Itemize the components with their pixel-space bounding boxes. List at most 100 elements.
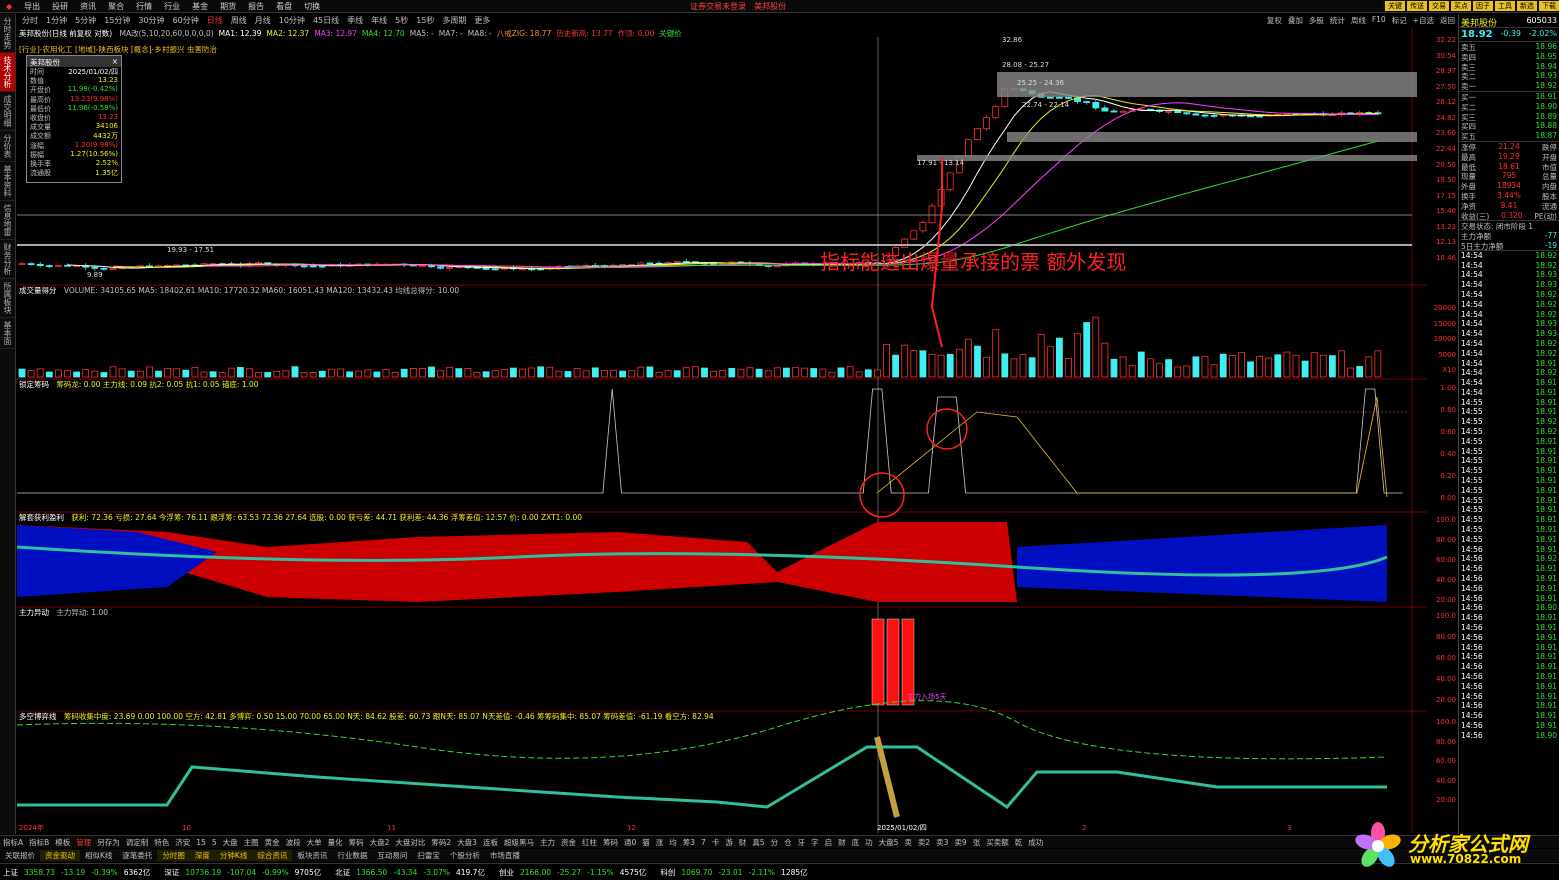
indicator-tab[interactable]: 筹码 bbox=[346, 837, 367, 848]
indicator-tab[interactable]: 仓 bbox=[781, 837, 795, 848]
close-icon[interactable]: × bbox=[112, 57, 118, 66]
feature-tab[interactable]: 市场直播 bbox=[485, 850, 525, 861]
period-tab[interactable]: 60分钟 bbox=[169, 15, 203, 26]
menu-right-button[interactable]: 新选 bbox=[1517, 1, 1537, 11]
indicator-tab[interactable]: 5 bbox=[209, 838, 220, 847]
status-index[interactable]: 科创 1069.70 -23.01 -2.11% 1285亿 bbox=[657, 867, 810, 878]
chart-tool-button[interactable]: +自选 bbox=[1410, 15, 1437, 26]
indicator-tab[interactable]: 红柱 bbox=[579, 837, 600, 848]
indicator-tab[interactable]: 大盘3 bbox=[454, 837, 480, 848]
indicator-tab[interactable]: 财 bbox=[736, 837, 750, 848]
feature-tab[interactable]: 个股分析 bbox=[445, 850, 485, 861]
indicator-tab[interactable]: 大单 bbox=[304, 837, 325, 848]
indicator-tab[interactable]: 主圈 bbox=[241, 837, 262, 848]
indicator-tab[interactable]: 黄金 bbox=[262, 837, 283, 848]
status-index[interactable]: 创业 2166.00 -25.27 -1.15% 4575亿 bbox=[496, 867, 649, 878]
period-tab[interactable]: 45日线 bbox=[309, 15, 343, 26]
sidebar-tab[interactable]: 分时走势 bbox=[0, 14, 15, 53]
period-tab[interactable]: 5秒 bbox=[391, 15, 412, 26]
period-tab[interactable]: 周线 bbox=[227, 15, 251, 26]
sidebar-tab[interactable]: 财务分析 bbox=[0, 240, 15, 279]
indicator-tab[interactable]: 卖9 bbox=[951, 837, 969, 848]
chart-tool-button[interactable]: 复权 bbox=[1264, 15, 1285, 26]
menu-item[interactable]: 期货 bbox=[214, 1, 242, 12]
indicator-tab[interactable]: 指标A bbox=[0, 837, 26, 848]
sidebar-tab[interactable]: 基本资料 bbox=[0, 162, 15, 201]
indicator-tab[interactable]: 量化 bbox=[325, 837, 346, 848]
indicator-tab[interactable]: 指标B bbox=[26, 837, 52, 848]
sidebar-tab[interactable]: 信息地雷 bbox=[0, 201, 15, 240]
sidebar-tab[interactable]: 技术分析 bbox=[0, 53, 15, 92]
indicator-tab[interactable]: 济安 bbox=[172, 837, 193, 848]
period-tab[interactable]: 多周期 bbox=[438, 15, 470, 26]
indicator-tab[interactable]: 波段 bbox=[283, 837, 304, 848]
status-index[interactable]: 北证 1366.50 -43.34 -3.07% 419.7亿 bbox=[332, 867, 488, 878]
menu-right-button[interactable]: 关键 bbox=[1385, 1, 1405, 11]
feature-tab[interactable]: 分钟K线 bbox=[214, 850, 253, 861]
period-tab[interactable]: 月线 bbox=[251, 15, 275, 26]
feature-tab[interactable]: 行业数据 bbox=[332, 850, 372, 861]
indicator-tab[interactable]: 筹码2 bbox=[428, 837, 454, 848]
menu-right-button[interactable]: 交易 bbox=[1429, 1, 1449, 11]
menu-right-button[interactable]: 传送 bbox=[1407, 1, 1427, 11]
menu-item[interactable]: 看盘 bbox=[270, 1, 298, 12]
indicator-tab[interactable]: 通0 bbox=[621, 837, 639, 848]
feature-tab[interactable]: 分时图 bbox=[157, 850, 190, 861]
period-tab[interactable]: 分时 bbox=[18, 15, 42, 26]
menu-right-button[interactable]: 工具 bbox=[1495, 1, 1515, 11]
chart-tool-button[interactable]: 统计 bbox=[1327, 15, 1348, 26]
menu-item[interactable]: 行业 bbox=[158, 1, 186, 12]
period-tab[interactable]: 15分钟 bbox=[100, 15, 134, 26]
period-tab[interactable]: 10分钟 bbox=[275, 15, 309, 26]
indicator-tab[interactable]: 分 bbox=[768, 837, 782, 848]
period-tab[interactable]: 1分钟 bbox=[42, 15, 71, 26]
sidebar-tab[interactable]: 基本面 bbox=[0, 318, 15, 349]
feature-tab[interactable]: 扫雷宝 bbox=[412, 850, 445, 861]
period-tab[interactable]: 30分钟 bbox=[134, 15, 168, 26]
indicator-tab[interactable]: 调定制 bbox=[123, 837, 152, 848]
menu-item[interactable]: 投研 bbox=[46, 1, 74, 12]
indicator-tab[interactable]: 财 bbox=[835, 837, 849, 848]
indicator-tab[interactable]: 均 bbox=[666, 837, 680, 848]
indicator-tab[interactable]: 张 bbox=[970, 837, 984, 848]
indicator-tab[interactable]: 成功 bbox=[1025, 837, 1046, 848]
indicator-tab[interactable]: 启 bbox=[822, 837, 836, 848]
feature-tab[interactable]: 逐笔委托 bbox=[117, 850, 157, 861]
indicator-tab[interactable]: 特色 bbox=[151, 837, 172, 848]
indicator-tab[interactable]: 乾 bbox=[1012, 837, 1026, 848]
chart-tool-button[interactable]: F10 bbox=[1369, 15, 1389, 26]
indicator-tab[interactable]: 字 bbox=[808, 837, 822, 848]
sidebar-tab[interactable]: 成交明细 bbox=[0, 92, 15, 131]
indicator-tab[interactable]: 猫 bbox=[639, 837, 653, 848]
indicator-tab[interactable]: 卖3 bbox=[933, 837, 951, 848]
menu-item[interactable]: 资讯 bbox=[74, 1, 102, 12]
indicator-tab[interactable]: 7 bbox=[698, 838, 709, 847]
indicator-tab[interactable]: 主力 bbox=[537, 837, 558, 848]
indicator-tab[interactable]: 游 bbox=[722, 837, 736, 848]
feature-tab[interactable]: 板块资讯 bbox=[292, 850, 332, 861]
indicator-tab[interactable]: 资金 bbox=[558, 837, 579, 848]
menu-item[interactable]: 行情 bbox=[130, 1, 158, 12]
feature-tab[interactable]: 互动易问 bbox=[372, 850, 412, 861]
period-tab[interactable]: 季线 bbox=[343, 15, 367, 26]
chart-area[interactable]: 32.86 28.08 - 25.27 25.25 - 24.36 22.74 - 2… bbox=[17, 27, 1427, 833]
menu-item[interactable]: 报告 bbox=[242, 1, 270, 12]
period-tab[interactable]: 5分钟 bbox=[71, 15, 100, 26]
indicator-tab[interactable]: 另存为 bbox=[94, 837, 123, 848]
indicator-tab[interactable]: 超级黑马 bbox=[501, 837, 537, 848]
menu-item[interactable]: 导出 bbox=[18, 1, 46, 12]
menu-right-button[interactable]: 下载 bbox=[1539, 1, 1559, 11]
feature-tab[interactable]: 综合资讯 bbox=[252, 850, 293, 861]
feature-tab[interactable]: 相似K线 bbox=[80, 850, 117, 861]
indicator-tab[interactable]: 管理 bbox=[73, 837, 94, 848]
period-tab[interactable]: 15秒 bbox=[412, 15, 438, 26]
indicator-tab[interactable]: 15 bbox=[193, 838, 209, 847]
indicator-tab[interactable]: 大盘2 bbox=[367, 837, 393, 848]
feature-tab[interactable]: 深度 bbox=[189, 850, 215, 861]
chart-tool-button[interactable]: 叠加 bbox=[1285, 15, 1306, 26]
sidebar-tab[interactable]: 分价表 bbox=[0, 131, 15, 162]
chart-tool-button[interactable]: 标记 bbox=[1389, 15, 1410, 26]
tick-list[interactable]: 14:54 18.92 14:54 18.92 14:54 18.93 14:54 18.93… bbox=[1459, 251, 1559, 741]
feature-tab[interactable]: 关联报价 bbox=[0, 850, 40, 861]
indicator-tab[interactable]: 大盘5 bbox=[876, 837, 902, 848]
